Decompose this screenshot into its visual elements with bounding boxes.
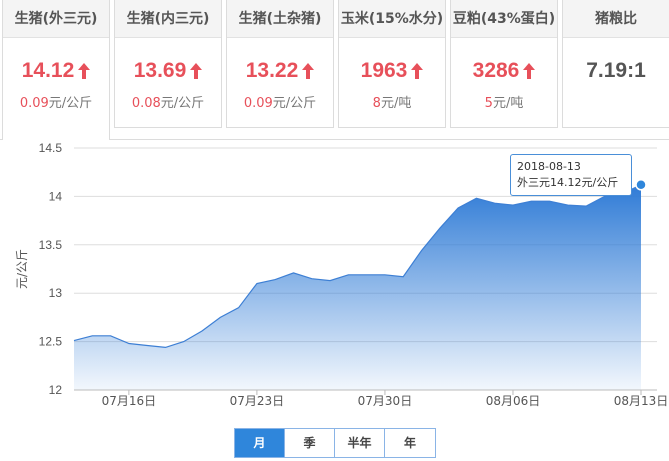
card-change-unit: 元/公斤 <box>160 96 205 111</box>
x-tick-label: 08月13日 <box>614 394 669 408</box>
range-button[interactable]: 半年 <box>335 429 385 457</box>
card-change-value: 5 <box>484 96 493 111</box>
card-change-value: 0.09 <box>243 96 273 111</box>
series-area <box>74 184 641 390</box>
y-tick-label: 13.5 <box>39 238 63 252</box>
card-price-value: 1963 <box>360 59 408 82</box>
card-change: 5元/吨 <box>451 92 557 111</box>
price-card[interactable]: 玉米(15%水分) 1963 8元/吨 <box>338 0 446 128</box>
card-change-unit: 元/吨 <box>492 96 524 111</box>
up-arrow-icon <box>302 58 315 88</box>
price-card[interactable]: 猪粮比 7.19:1 <box>562 0 669 128</box>
card-change-value: 0.09 <box>19 96 49 111</box>
x-tick-label: 08月06日 <box>486 394 541 408</box>
card-price-value: 3286 <box>472 59 520 82</box>
card-price-value: 7.19:1 <box>586 59 646 82</box>
card-price: 14.12 <box>3 56 109 86</box>
highlight-point <box>635 179 647 191</box>
up-arrow-icon <box>523 58 536 88</box>
card-price: 3286 <box>451 56 557 86</box>
card-change-value: 8 <box>372 96 381 111</box>
tooltip-series: 外三元 <box>517 176 550 189</box>
price-cards: 生猪(外三元) 14.12 0.09元/公斤 生猪(内三元) 13.69 0.08元/公斤… <box>0 0 669 140</box>
y-tick-label: 13 <box>49 286 63 300</box>
y-tick-label: 14.5 <box>39 141 63 155</box>
card-title: 生猪(土杂猪) <box>227 0 333 38</box>
x-tick-label: 07月16日 <box>102 394 157 408</box>
chart-tooltip: 2018-08-13 外三元14.12元/公斤 <box>510 154 632 196</box>
card-title: 豆粕(43%蛋白) <box>451 0 557 38</box>
y-tick-label: 14 <box>49 189 63 203</box>
y-tick-label: 12.5 <box>39 335 63 349</box>
card-price: 7.19:1 <box>563 56 669 86</box>
card-change-value: 0.08 <box>131 96 161 111</box>
card-price-value: 14.12 <box>21 59 75 82</box>
card-change: 0.08元/公斤 <box>115 92 221 111</box>
card-change-unit: 元/公斤 <box>272 96 317 111</box>
card-change: 0.09元/公斤 <box>3 92 109 111</box>
up-arrow-icon <box>78 58 91 88</box>
card-change: 8元/吨 <box>339 92 445 111</box>
card-price: 13.69 <box>115 56 221 86</box>
y-axis-label: 元/公斤 <box>15 249 29 289</box>
card-price-value: 13.69 <box>133 59 187 82</box>
card-title: 玉米(15%水分) <box>339 0 445 38</box>
up-arrow-icon <box>190 58 203 88</box>
x-tick-label: 07月23日 <box>230 394 285 408</box>
x-tick-label: 07月30日 <box>358 394 413 408</box>
range-button[interactable]: 季 <box>285 429 335 457</box>
card-change-unit: 元/吨 <box>380 96 412 111</box>
up-arrow-icon <box>411 58 424 88</box>
card-change: 0.09元/公斤 <box>227 92 333 111</box>
card-title: 生猪(内三元) <box>115 0 221 38</box>
card-price-value: 13.22 <box>245 59 299 82</box>
price-card[interactable]: 豆粕(43%蛋白) 3286 5元/吨 <box>450 0 558 128</box>
tooltip-date: 2018-08-13 <box>517 160 581 173</box>
card-title: 生猪(外三元) <box>3 0 109 38</box>
tooltip-unit: 元/公斤 <box>581 176 619 189</box>
card-change-unit: 元/公斤 <box>48 96 93 111</box>
card-price: 13.22 <box>227 56 333 86</box>
price-card[interactable]: 生猪(外三元) 14.12 0.09元/公斤 <box>2 0 110 140</box>
price-card[interactable]: 生猪(土杂猪) 13.22 0.09元/公斤 <box>226 0 334 128</box>
price-card[interactable]: 生猪(内三元) 13.69 0.08元/公斤 <box>114 0 222 128</box>
tooltip-value: 14.12 <box>550 176 582 189</box>
y-tick-label: 12 <box>49 383 63 397</box>
card-price: 1963 <box>339 56 445 86</box>
tooltip-value-line: 外三元14.12元/公斤 <box>517 175 625 191</box>
range-selector: 月季半年年 <box>234 428 436 458</box>
range-button[interactable]: 月 <box>235 429 285 457</box>
card-title: 猪粮比 <box>563 0 669 38</box>
range-button[interactable]: 年 <box>385 429 435 457</box>
